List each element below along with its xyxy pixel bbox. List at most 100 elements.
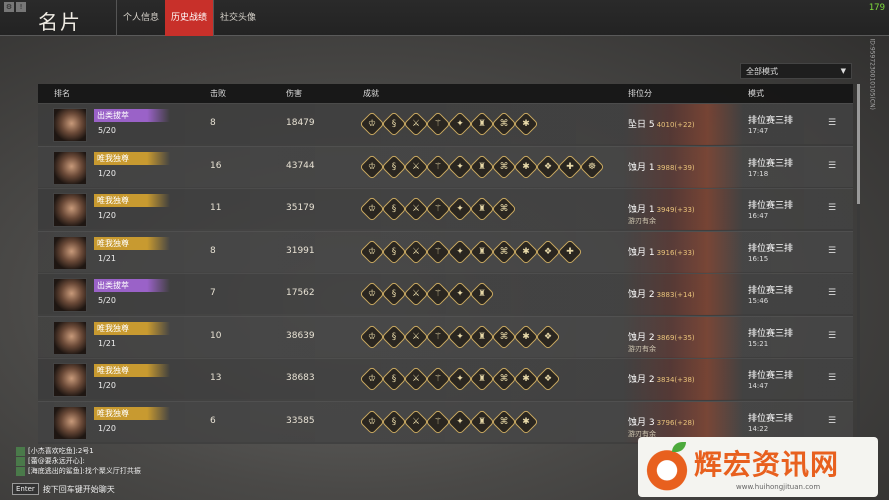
achievement-icon[interactable]: § bbox=[381, 111, 407, 137]
details-list-icon[interactable]: ☰ bbox=[828, 161, 838, 171]
chat-enter-hint[interactable]: Enter 按下回车键开始聊天 bbox=[12, 483, 115, 495]
achievement-icon[interactable]: ♔ bbox=[359, 196, 385, 222]
achievement-icon[interactable]: ♜ bbox=[469, 238, 495, 265]
table-row[interactable]: 唯我独尊 1/21 8 31991 ♔ § ⚔ ⚚ ✦ ♜ ⌘ ✱ ❖ ✚ 蚀月 1 3916(+3… bbox=[38, 230, 853, 273]
achievement-icon[interactable]: ❖ bbox=[535, 366, 561, 392]
rank-points: 3883(+14) bbox=[656, 291, 695, 299]
achievement-icon[interactable]: ❖ bbox=[535, 153, 561, 180]
achievement-icon[interactable]: ⚚ bbox=[425, 366, 451, 392]
header-damage: 伤害 bbox=[286, 89, 302, 98]
achievement-icon[interactable]: ⚚ bbox=[425, 111, 451, 137]
achievement-icon[interactable]: ♔ bbox=[359, 323, 385, 350]
achievement-icon[interactable]: ⚔ bbox=[403, 323, 429, 350]
achievement-icon[interactable]: ⌘ bbox=[491, 153, 517, 180]
achievement-icon[interactable]: ⚚ bbox=[425, 238, 451, 265]
table-row[interactable]: 出类拔萃 5/20 7 17562 ♔ § ⚔ ⚚ ✦ ♜ 蚀月 2 3883(+14) 排… bbox=[38, 273, 853, 315]
achievement-icon[interactable]: ⌘ bbox=[491, 323, 517, 350]
achievement-icon[interactable]: ⚚ bbox=[425, 196, 451, 222]
achievement-icon[interactable]: ⌘ bbox=[491, 408, 517, 435]
achievement-icon[interactable]: ✱ bbox=[513, 153, 539, 180]
achievement-icon[interactable]: ✱ bbox=[513, 323, 539, 350]
achievement-icon[interactable]: ♔ bbox=[359, 238, 385, 265]
achievement-icon[interactable]: ♔ bbox=[359, 366, 385, 392]
achievement-icon[interactable]: ♔ bbox=[359, 153, 385, 180]
settings-icon[interactable]: ⚙ bbox=[4, 2, 14, 12]
achievement-icon[interactable]: ♜ bbox=[469, 408, 495, 435]
tab-match-history[interactable]: 历史战绩 bbox=[165, 0, 214, 36]
achievement-icon[interactable]: ✱ bbox=[513, 408, 539, 435]
achievement-icon[interactable]: ⚔ bbox=[403, 408, 429, 435]
achievement-icon[interactable]: ♜ bbox=[469, 281, 495, 307]
achievement-icon[interactable]: ♜ bbox=[469, 111, 495, 137]
details-list-icon[interactable]: ☰ bbox=[828, 246, 838, 256]
details-list-icon[interactable]: ☰ bbox=[828, 331, 838, 341]
achievement-icon[interactable]: ⚔ bbox=[403, 153, 429, 180]
achievement-icon[interactable]: ✦ bbox=[447, 153, 473, 180]
details-list-icon[interactable]: ☰ bbox=[828, 204, 838, 213]
achievement-icon[interactable]: ✦ bbox=[447, 366, 473, 392]
damage-value: 17562 bbox=[286, 288, 315, 298]
table-row[interactable]: 唯我独尊 1/20 11 35179 ♔ § ⚔ ⚚ ✦ ♜ ⌘ 蚀月 1 3949(+33)… bbox=[38, 188, 853, 230]
achievement-icon[interactable]: § bbox=[381, 196, 407, 222]
achievement-icon[interactable]: ⚚ bbox=[425, 153, 451, 180]
details-list-icon[interactable]: ☰ bbox=[828, 289, 838, 298]
achievement-icon[interactable]: ✦ bbox=[447, 196, 473, 222]
achievement-icon[interactable]: ⚔ bbox=[403, 281, 429, 307]
achievement-icon[interactable]: ✚ bbox=[557, 153, 583, 180]
achievement-icon[interactable]: ⚚ bbox=[425, 408, 451, 435]
achievement-icon[interactable]: ♔ bbox=[359, 111, 385, 137]
header-achievements: 成就 bbox=[363, 89, 379, 98]
table-row[interactable]: 唯我独尊 1/20 13 38683 ♔ § ⚔ ⚚ ✦ ♜ ⌘ ✱ ❖ 蚀月 2 3834(+3… bbox=[38, 358, 853, 400]
achievement-icon[interactable]: ⌘ bbox=[491, 111, 517, 137]
achievement-icon[interactable]: § bbox=[381, 238, 407, 265]
details-list-icon[interactable]: ☰ bbox=[828, 119, 838, 128]
details-list-icon[interactable]: ☰ bbox=[828, 374, 838, 383]
achievement-icon[interactable]: ❖ bbox=[535, 238, 561, 265]
achievement-icon[interactable]: ✦ bbox=[447, 408, 473, 435]
table-row[interactable]: 唯我独尊 1/20 6 33585 ♔ § ⚔ ⚚ ✦ ♜ ⌘ ✱ 蚀月 3 3796(+28)… bbox=[38, 400, 853, 443]
table-row[interactable]: 出类拔萃 5/20 8 18479 ♔ § ⚔ ⚚ ✦ ♜ ⌘ ✱ 坠日 5 4010(+22)… bbox=[38, 103, 853, 145]
achievement-icon[interactable]: ♜ bbox=[469, 196, 495, 222]
scrollbar-thumb[interactable] bbox=[857, 84, 860, 204]
tab-personal-info[interactable]: 个人信息 bbox=[116, 0, 165, 36]
table-scrollbar[interactable] bbox=[857, 84, 860, 444]
achievement-icon[interactable]: ⚔ bbox=[403, 196, 429, 222]
achievement-icon[interactable]: ✦ bbox=[447, 281, 473, 307]
achievement-icon[interactable]: ♔ bbox=[359, 281, 385, 307]
achievement-icon[interactable]: § bbox=[381, 281, 407, 307]
achievement-icon[interactable]: ✦ bbox=[447, 238, 473, 265]
achievement-icon[interactable]: ✚ bbox=[557, 238, 583, 265]
achievement-icon[interactable]: ⚚ bbox=[425, 281, 451, 307]
header-kills: 击败 bbox=[210, 89, 226, 98]
achievement-icon[interactable]: ⌘ bbox=[491, 366, 517, 392]
achievement-icon[interactable]: ♜ bbox=[469, 153, 495, 180]
achievement-icon[interactable]: § bbox=[381, 408, 407, 435]
achievement-icon[interactable]: ✱ bbox=[513, 366, 539, 392]
table-row[interactable]: 唯我独尊 1/21 10 38639 ♔ § ⚔ ⚚ ✦ ♜ ⌘ ✱ ❖ 蚀月 2 3869(+3… bbox=[38, 315, 853, 358]
achievement-icon[interactable]: ♔ bbox=[359, 408, 385, 435]
info-icon[interactable]: ! bbox=[16, 2, 26, 12]
achievement-icon[interactable]: ✦ bbox=[447, 111, 473, 137]
details-list-icon[interactable]: ☰ bbox=[828, 416, 838, 426]
tab-social-avatar[interactable]: 社交头像 bbox=[213, 0, 262, 36]
achievement-icon[interactable]: ❖ bbox=[535, 323, 561, 350]
achievements-list: ♔ § ⚔ ⚚ ✦ ♜ ⌘ ✱ ❖ bbox=[359, 366, 561, 392]
achievement-icon[interactable]: ⚔ bbox=[403, 366, 429, 392]
enter-key-icon: Enter bbox=[12, 483, 39, 495]
achievement-icon[interactable]: ⌘ bbox=[491, 238, 517, 265]
achievement-icon[interactable]: ✱ bbox=[513, 111, 539, 137]
mode-filter-select[interactable]: 全部模式 ▼ bbox=[740, 63, 852, 79]
achievement-icon[interactable]: ⌘ bbox=[491, 196, 517, 222]
achievement-icon[interactable]: § bbox=[381, 153, 407, 180]
achievement-icon[interactable]: ⚔ bbox=[403, 238, 429, 265]
achievement-icon[interactable]: ♜ bbox=[469, 366, 495, 392]
achievement-icon[interactable]: § bbox=[381, 366, 407, 392]
achievement-icon[interactable]: ⚚ bbox=[425, 323, 451, 350]
achievement-icon[interactable]: ✦ bbox=[447, 323, 473, 350]
achievement-icon[interactable]: ✱ bbox=[513, 238, 539, 265]
achievement-icon[interactable]: ☸ bbox=[579, 153, 605, 180]
table-row[interactable]: 唯我独尊 1/20 16 43744 ♔ § ⚔ ⚚ ✦ ♜ ⌘ ✱ ❖ ✚ ☸ 蚀月 1 3988(… bbox=[38, 145, 853, 188]
achievement-icon[interactable]: ⚔ bbox=[403, 111, 429, 137]
achievement-icon[interactable]: ♜ bbox=[469, 323, 495, 350]
achievement-icon[interactable]: § bbox=[381, 323, 407, 350]
